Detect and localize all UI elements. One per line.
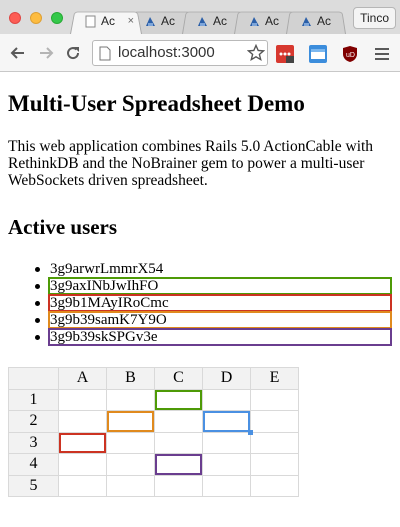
user-item: 3g9arwrLmmrX54 (8, 261, 392, 277)
ublock-shield-icon[interactable]: uD (341, 45, 359, 63)
back-arrow-icon[interactable] (8, 43, 28, 63)
cell[interactable] (250, 388, 299, 411)
zoom-window-button[interactable] (51, 12, 63, 24)
cell[interactable] (250, 431, 299, 454)
rails-icon (144, 15, 157, 28)
svg-text:uD: uD (346, 52, 355, 59)
page-info-icon[interactable] (99, 46, 111, 65)
extension-dots-icon[interactable] (276, 45, 294, 63)
row-header: 1 (8, 388, 59, 411)
intro-text: This web application combines Rails 5.0 … (8, 138, 374, 189)
cell[interactable] (154, 453, 203, 476)
cell[interactable] (106, 474, 155, 497)
cell[interactable] (106, 410, 155, 433)
forward-arrow-icon[interactable] (36, 43, 56, 63)
tab-title: Ac (161, 14, 176, 28)
cell[interactable] (250, 410, 299, 433)
cell[interactable] (202, 453, 251, 476)
cell[interactable] (58, 453, 107, 476)
cell[interactable] (58, 410, 107, 433)
bookmark-star-icon[interactable] (246, 43, 266, 67)
column-header: A (58, 367, 107, 390)
spreadsheet-grid: A B C D E 1 2 3 4 5 (8, 367, 299, 497)
user-item: 3g9axINbJwIhFO (8, 277, 392, 295)
tab-close-icon[interactable]: × (128, 15, 134, 27)
column-header: E (250, 367, 299, 390)
column-header: B (106, 367, 155, 390)
user-name: 3g9arwrLmmrX54 (50, 261, 164, 277)
cell[interactable] (202, 474, 251, 497)
cell-selection-highlight (155, 389, 202, 410)
browser-tab[interactable]: Ac (286, 8, 346, 34)
column-header: C (154, 367, 203, 390)
cell-selection-highlight (155, 454, 202, 475)
cell[interactable] (154, 474, 203, 497)
cell-selection-highlight (203, 411, 250, 432)
rails-icon (196, 15, 209, 28)
rails-icon (300, 15, 313, 28)
reload-icon[interactable] (63, 43, 83, 63)
cell[interactable] (202, 388, 251, 411)
address-bar[interactable]: localhost:3000 (92, 40, 268, 66)
menu-hamburger-icon[interactable] (374, 46, 390, 67)
tab-title: Ac (101, 14, 116, 28)
cell[interactable] (250, 474, 299, 497)
cell[interactable] (250, 453, 299, 476)
cell[interactable] (58, 388, 107, 411)
cell[interactable] (106, 453, 155, 476)
active-users-list: 3g9arwrLmmrX54 3g9axINbJwIhFO 3g9b1MAyIR… (8, 261, 392, 346)
profile-button[interactable]: Tinco (353, 7, 396, 29)
cell[interactable] (202, 410, 253, 435)
user-item: 3g9b1MAyIRoCmc (8, 294, 392, 312)
user-item: 3g9b39samK7Y9O (8, 311, 392, 329)
row-header: 5 (8, 474, 59, 497)
user-name: 3g9axINbJwIhFO (48, 277, 392, 295)
cell-selection-highlight (59, 432, 106, 453)
cell[interactable] (154, 388, 203, 411)
user-name: 3g9b1MAyIRoCmc (48, 294, 392, 312)
user-name: 3g9b39skSPGv3e (48, 328, 392, 346)
corner-cell (8, 367, 59, 390)
cell[interactable] (106, 431, 155, 454)
user-item: 3g9b39skSPGv3e (8, 328, 392, 346)
extension-window-icon[interactable] (309, 45, 327, 63)
page-icon (84, 15, 97, 28)
cell-selection-highlight (107, 411, 154, 432)
close-window-button[interactable] (9, 12, 21, 24)
tab-title: Ac (317, 14, 332, 28)
row-header: 2 (8, 410, 59, 433)
column-header: D (202, 367, 251, 390)
active-users-heading: Active users (8, 215, 118, 239)
tab-title: Ac (265, 14, 280, 28)
tab-title: Ac (213, 14, 228, 28)
row-header: 4 (8, 453, 59, 476)
cell[interactable] (154, 410, 203, 433)
row-header: 3 (8, 431, 59, 454)
browser-toolbar: localhost:3000 uD (0, 34, 400, 72)
cell[interactable] (58, 474, 107, 497)
rails-icon (248, 15, 261, 28)
cell[interactable] (154, 431, 203, 454)
url-text: localhost:3000 (118, 44, 215, 61)
page-title: Multi-User Spreadsheet Demo (8, 91, 305, 116)
browser-tab-strip: Ac × Ac Ac Ac Ac Tinco (0, 0, 400, 34)
user-name: 3g9b39samK7Y9O (48, 311, 392, 329)
cell[interactable] (106, 388, 155, 411)
minimize-window-button[interactable] (30, 12, 42, 24)
cell[interactable] (202, 431, 251, 454)
browser-tab-active[interactable]: Ac × (70, 8, 142, 34)
cell[interactable] (58, 431, 107, 454)
